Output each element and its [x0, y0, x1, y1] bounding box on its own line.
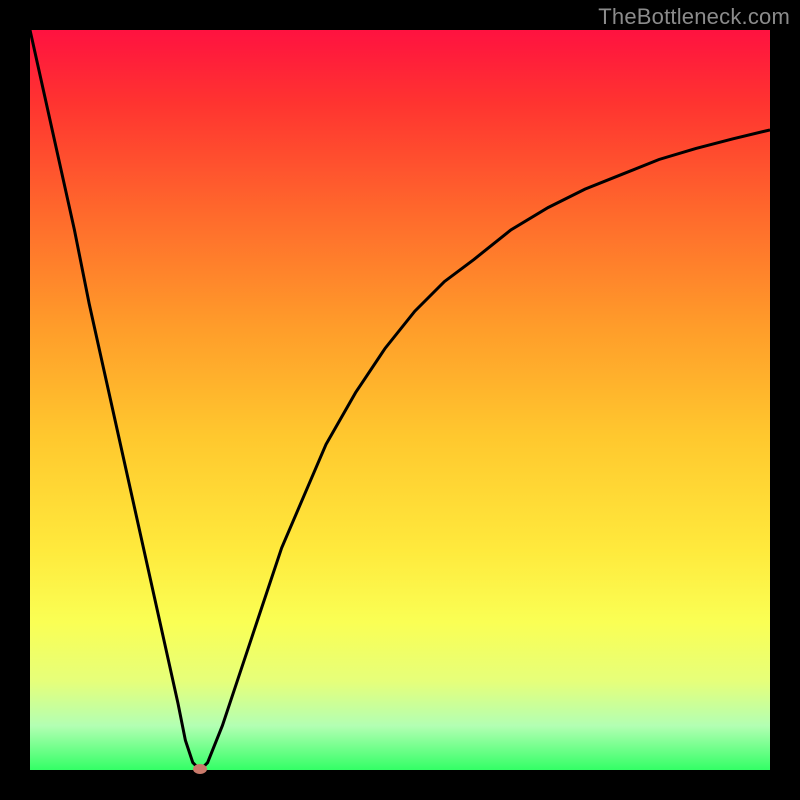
- watermark-text: TheBottleneck.com: [598, 4, 790, 30]
- bottleneck-curve: [30, 30, 770, 770]
- chart-frame: TheBottleneck.com: [0, 0, 800, 800]
- optimal-point-marker: [193, 764, 207, 774]
